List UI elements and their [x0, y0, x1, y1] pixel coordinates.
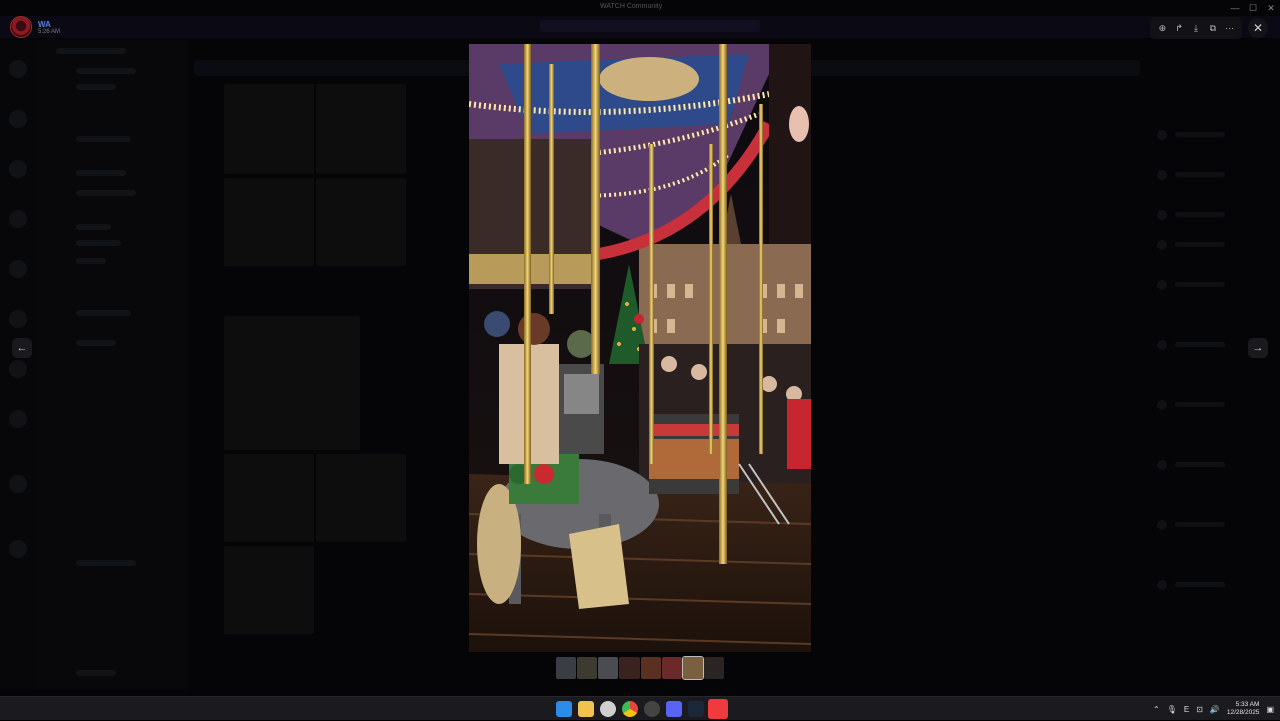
obs-icon[interactable]	[644, 701, 660, 717]
microphone-icon[interactable]: 🎙	[1167, 705, 1177, 714]
taskbar: ⌃ 🎙 E ⊡ 🔊 5:33 AM 12/28/2025 ▣	[0, 696, 1280, 720]
notice-banner	[540, 20, 760, 32]
discord-icon[interactable]	[666, 701, 682, 717]
open-external-icon[interactable]: ⧉	[1206, 21, 1220, 35]
network-icon[interactable]: ⊡	[1196, 705, 1203, 714]
forward-icon[interactable]: ↱	[1172, 21, 1186, 35]
minimize-button[interactable]: —	[1226, 0, 1244, 16]
carousel-photo	[469, 44, 811, 652]
upload-time: 5:26 AM	[38, 28, 61, 35]
system-clock[interactable]: 5:33 AM 12/28/2025	[1227, 701, 1260, 717]
chrome-icon[interactable]	[622, 701, 638, 717]
tray-overflow-icon[interactable]: ⌃	[1153, 705, 1160, 714]
thumbnail[interactable]	[577, 657, 598, 679]
system-tray: ⌃ 🎙 E ⊡ 🔊 5:33 AM 12/28/2025 ▣	[1153, 697, 1274, 721]
notifications-icon[interactable]: ▣	[1266, 705, 1274, 714]
channel-sidebar	[36, 40, 188, 690]
volume-icon[interactable]: 🔊	[1210, 705, 1220, 714]
thumbnail[interactable]	[640, 657, 661, 679]
close-viewer-button[interactable]: ✕	[1248, 18, 1268, 38]
zoom-in-icon[interactable]: ⊕	[1155, 21, 1169, 35]
thumbnail[interactable]	[703, 657, 724, 679]
steam-icon[interactable]	[688, 701, 704, 717]
uploader-info[interactable]: WA 5:26 AM	[10, 16, 60, 38]
member-list	[1145, 80, 1280, 680]
thumbnail[interactable]	[661, 657, 682, 679]
next-image-button[interactable]: →	[1248, 338, 1268, 358]
window-controls: — ☐ ✕	[1226, 0, 1280, 16]
thumbnail[interactable]	[556, 657, 577, 679]
window-title: WATCH Community	[600, 3, 663, 10]
carousel-photo-drawing	[469, 44, 811, 652]
thumbnail-active[interactable]	[681, 656, 704, 680]
start-icon[interactable]	[556, 701, 572, 717]
maximize-button[interactable]: ☐	[1244, 0, 1262, 16]
language-indicator[interactable]: E	[1184, 705, 1189, 714]
uploader-name: WA	[38, 19, 51, 29]
file-explorer-icon[interactable]	[578, 701, 594, 717]
more-icon[interactable]: ⋯	[1223, 21, 1237, 35]
settings-icon[interactable]	[600, 701, 616, 717]
window-close-button[interactable]: ✕	[1262, 0, 1280, 16]
thumbnail[interactable]	[619, 657, 640, 679]
avatar	[10, 16, 32, 38]
thumbnail[interactable]	[598, 657, 619, 679]
server-rail	[0, 40, 36, 690]
previous-image-button[interactable]: ←	[12, 338, 32, 358]
clock-time: 5:33 AM	[1235, 701, 1260, 708]
clock-date: 12/28/2025	[1226, 709, 1260, 716]
download-icon[interactable]: ⤓	[1189, 21, 1203, 35]
thumbnail-strip	[556, 656, 724, 680]
anydesk-icon[interactable]	[708, 699, 728, 719]
viewer-toolbar: ⊕ ↱ ⤓ ⧉ ⋯	[1150, 17, 1242, 39]
